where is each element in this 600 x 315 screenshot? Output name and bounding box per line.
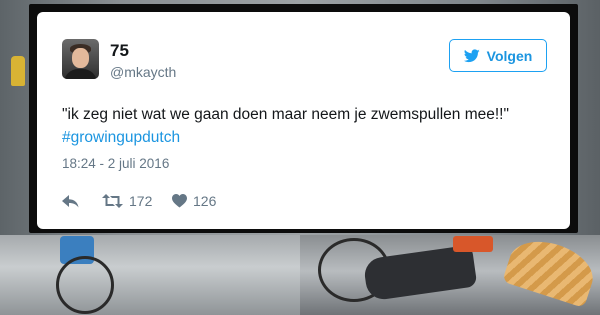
like-button[interactable]: 126 — [172, 193, 216, 209]
user-handle[interactable]: @mkaycth — [110, 64, 176, 80]
twitter-bird-icon — [463, 48, 480, 62]
follow-button-label: Volgen — [486, 47, 533, 64]
tweet-timestamp[interactable]: 18:24 - 2 juli 2016 — [62, 156, 169, 171]
like-count: 126 — [193, 193, 217, 209]
reply-button[interactable] — [62, 194, 102, 208]
avatar[interactable] — [62, 39, 99, 79]
hashtag-link[interactable]: #growingupdutch — [62, 129, 180, 146]
background-bag — [453, 236, 493, 252]
display-name[interactable]: 75 — [110, 41, 129, 61]
retweet-count: 172 — [129, 193, 153, 209]
follow-button[interactable]: Volgen — [449, 39, 547, 72]
tweet-text-body: "ik zeg niet wat we gaan doen maar neem … — [62, 106, 509, 123]
reply-icon — [62, 194, 79, 207]
avatar-shoulders — [64, 69, 97, 79]
retweet-button[interactable]: 172 — [102, 193, 172, 209]
tweet-text: "ik zeg niet wat we gaan doen maar neem … — [62, 103, 542, 149]
background-bicycle-wheel-left — [56, 256, 114, 314]
background-hydrant — [11, 56, 25, 86]
heart-icon — [172, 194, 187, 208]
avatar-face — [72, 48, 89, 68]
tweet-actions: 172 126 — [62, 192, 216, 210]
background-cyclist-photo-left — [0, 235, 300, 315]
retweet-icon — [102, 194, 123, 208]
tweet-card: 75 @mkaycth Volgen "ik zeg niet wat we g… — [37, 12, 570, 229]
